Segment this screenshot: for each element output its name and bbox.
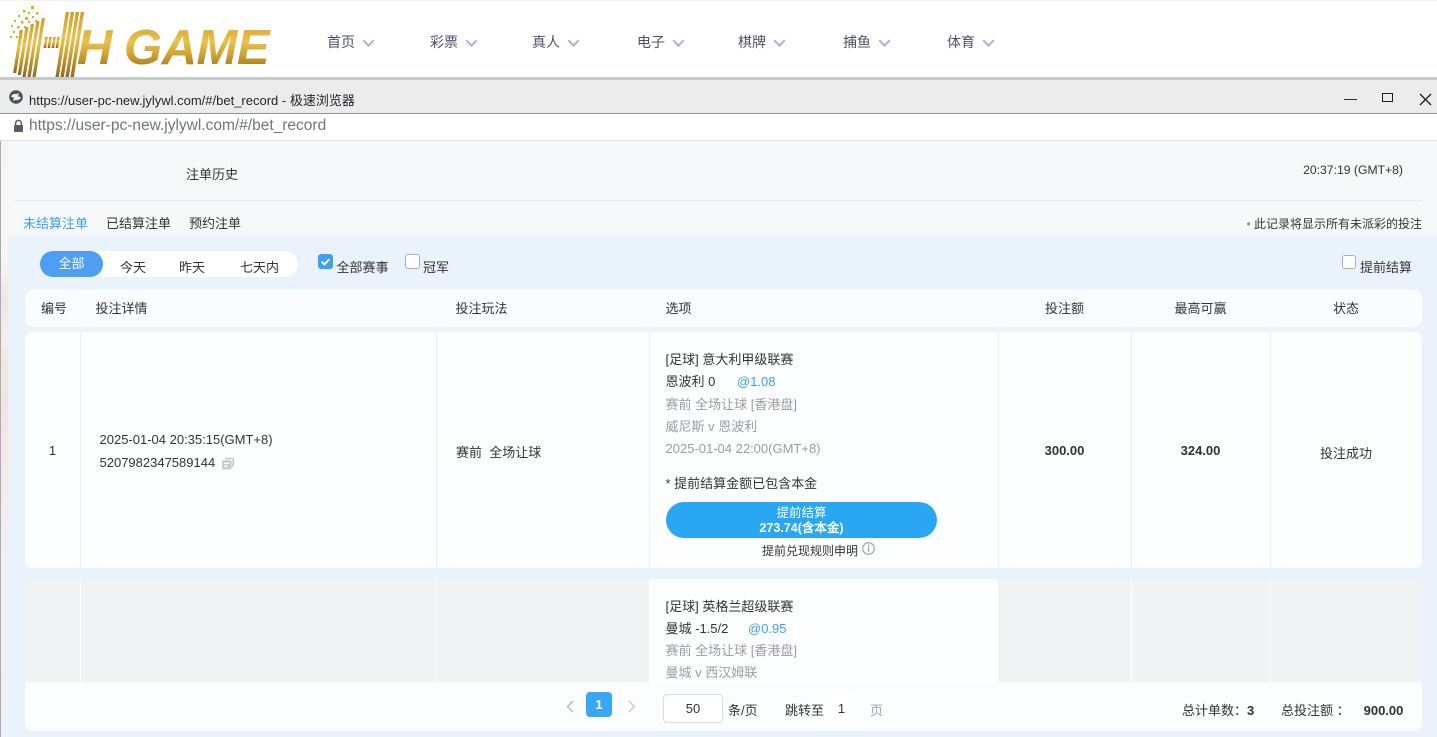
svg-text:GAME: GAME xyxy=(124,21,271,75)
svg-text:H: H xyxy=(77,21,114,75)
